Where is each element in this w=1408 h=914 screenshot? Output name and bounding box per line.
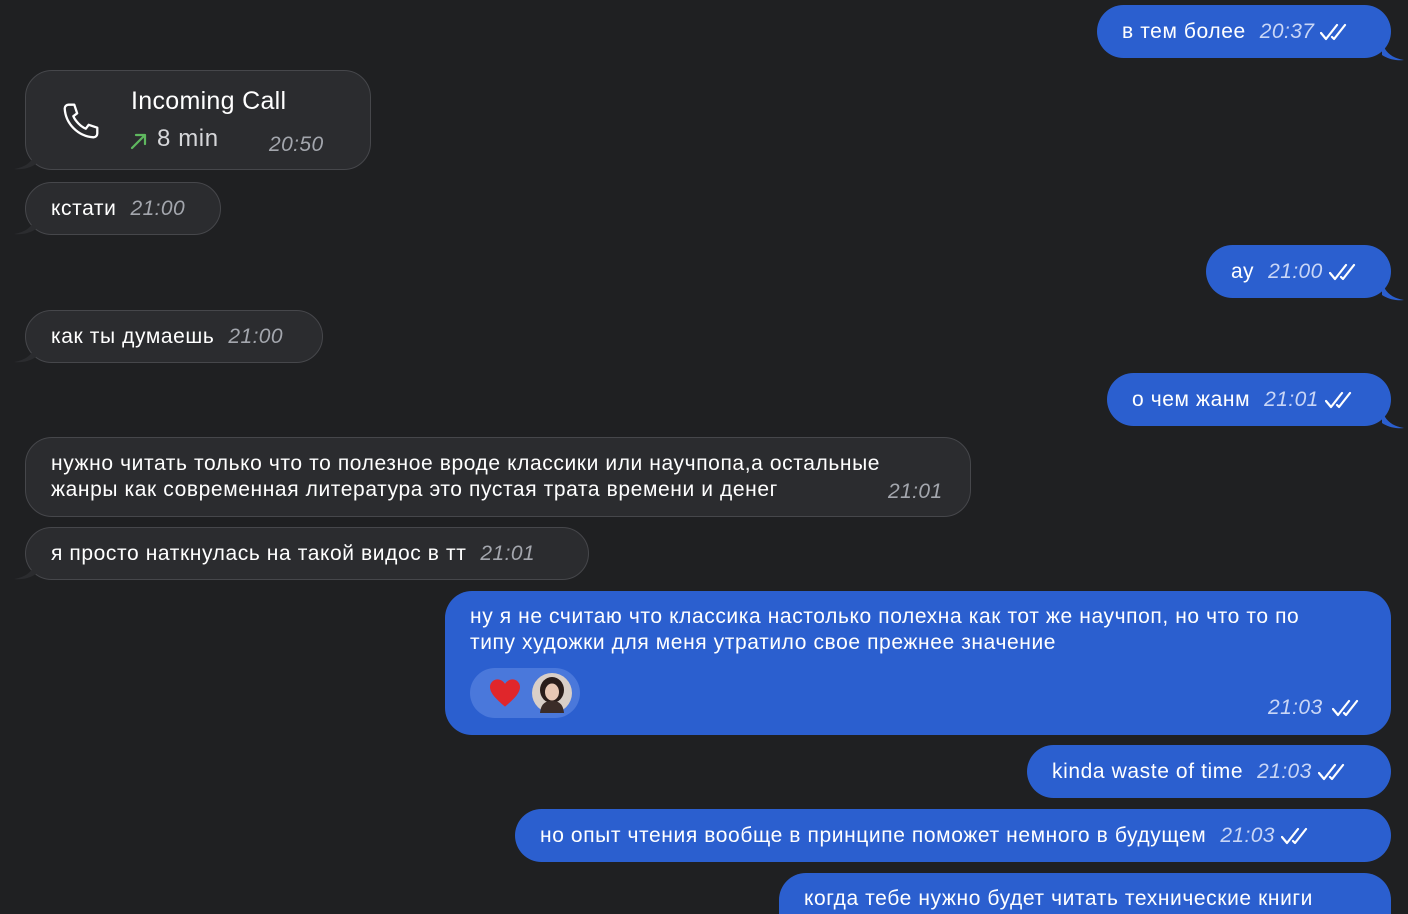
read-checkmarks-icon (1317, 763, 1344, 780)
incoming-message[interactable]: как ты думаешь 21:00 (14, 310, 323, 363)
message-time: 20:37 (1259, 19, 1315, 43)
message-time: 21:01 (480, 541, 535, 565)
bubble-tail (14, 152, 36, 170)
read-checkmarks-icon (1324, 391, 1351, 408)
outgoing-message[interactable]: о чем жанм 21:01 (1107, 373, 1404, 429)
incoming-message[interactable]: кстати 21:00 (14, 182, 221, 235)
outgoing-message[interactable]: когда тебе нужно будет читать технически… (779, 873, 1391, 914)
incoming-call-message[interactable]: Incoming Call 8 min 20:50 (14, 70, 371, 170)
chat-history: в тем более 20:37 Incoming Call 8 min 20… (0, 0, 1408, 914)
heart-icon (490, 679, 520, 707)
message-time: 21:03 (1220, 823, 1275, 847)
incoming-message[interactable]: я просто наткнулась на такой видос в тт … (14, 527, 589, 580)
message-time: 21:00 (130, 196, 186, 220)
message-text-line: ну я не считаю что классика настолько по… (470, 605, 1300, 628)
message-text-line: нужно читать только что то полезное врод… (51, 452, 881, 475)
read-checkmarks-icon (1320, 23, 1347, 40)
message-time: 21:00 (1268, 259, 1323, 283)
bubble-tail (14, 217, 36, 235)
message-time: 21:01 (1264, 387, 1319, 411)
outgoing-message[interactable]: ну я не считаю что классика настолько по… (445, 591, 1391, 735)
message-text: кстати (51, 196, 117, 220)
message-text-line: жанры как современная литература это пус… (51, 478, 778, 501)
message-text: о чем жанм (1132, 387, 1251, 411)
outgoing-arrow-icon (130, 133, 147, 150)
message-text: когда тебе нужно будет читать технически… (804, 887, 1314, 910)
read-checkmarks-icon (1328, 263, 1355, 280)
read-checkmarks-icon (1280, 827, 1307, 844)
message-time: 20:50 (269, 133, 324, 156)
message-time: 21:03 (1257, 759, 1312, 783)
message-text: kinda waste of time (1052, 759, 1244, 783)
call-title: Incoming Call (131, 87, 287, 115)
bubble-tail (14, 345, 36, 363)
message-time: 21:03 (1268, 696, 1323, 719)
message-text: ау (1231, 259, 1255, 283)
read-checkmarks-icon (1332, 699, 1359, 717)
outgoing-message[interactable]: но опыт чтения вообще в принципе поможет… (515, 809, 1391, 862)
bubble-tail (14, 562, 36, 580)
message-text: в тем более (1122, 19, 1246, 43)
call-duration: 8 min (157, 125, 219, 152)
incoming-message[interactable]: нужно читать только что то полезное врод… (25, 437, 971, 517)
phone-icon (63, 103, 99, 139)
outgoing-message[interactable]: ау 21:00 (1206, 245, 1404, 301)
reaction-chip[interactable] (470, 668, 580, 718)
outgoing-message[interactable]: в тем более 20:37 (1097, 5, 1404, 61)
outgoing-message[interactable]: kinda waste of time 21:03 (1027, 745, 1391, 798)
message-time: 21:01 (888, 480, 943, 503)
message-text: но опыт чтения вообще в принципе поможет… (540, 823, 1207, 847)
message-text-line: типу художки для меня утратило свое преж… (470, 631, 1057, 654)
bubble-tail (1382, 283, 1404, 301)
bubble-tail (1382, 411, 1404, 429)
bubble-tail (1382, 43, 1404, 61)
message-text: я просто наткнулась на такой видос в тт (51, 541, 467, 565)
user-avatar (532, 673, 572, 713)
message-text: как ты думаешь (51, 324, 215, 348)
message-time: 21:00 (228, 324, 283, 348)
